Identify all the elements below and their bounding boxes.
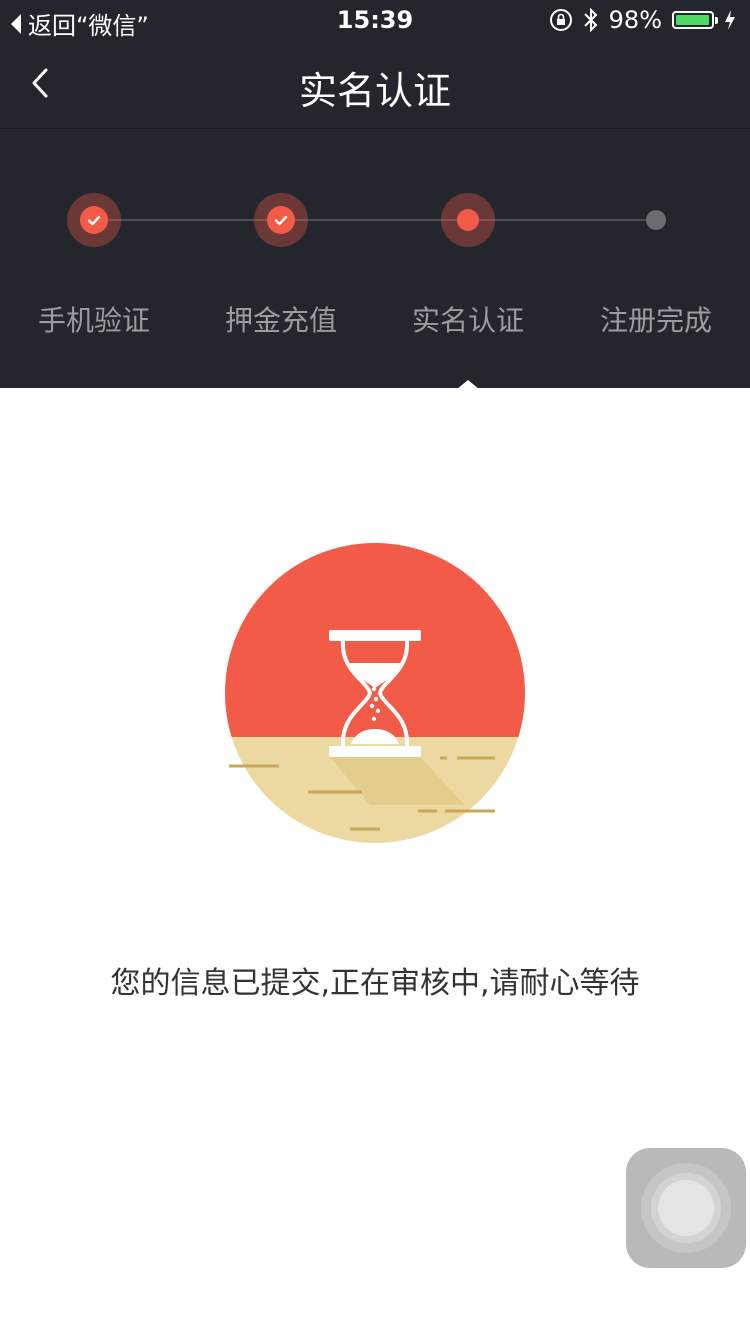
review-status-message: 您的信息已提交,正在审核中,请耐心等待 — [110, 966, 640, 1001]
bluetooth-icon — [583, 7, 598, 33]
hourglass-icon — [225, 543, 525, 843]
charging-bolt-icon — [725, 10, 735, 30]
steps-connector-line — [94, 219, 656, 221]
check-icon — [274, 215, 288, 226]
battery-percent: 98% — [608, 6, 662, 34]
page-title: 实名认证 — [298, 69, 451, 113]
header-area: 返回“微信” 15:39 98% 实名认证 手机验证 押金充值 实名认证 注册完… — [0, 0, 750, 389]
step-4-label: 注册完成 — [599, 304, 712, 337]
step-2-label: 押金充值 — [224, 304, 337, 337]
battery-fill — [676, 15, 710, 25]
progress-steps: 手机验证 押金充值 实名认证 注册完成 — [0, 129, 750, 388]
battery-indicator — [672, 11, 718, 29]
nav-bar: 实名认证 — [0, 40, 750, 129]
step-2-node — [254, 193, 308, 247]
rotation-lock-icon — [549, 9, 572, 31]
check-icon — [87, 215, 101, 226]
current-step-pointer — [457, 380, 479, 389]
status-bar: 返回“微信” 15:39 98% — [0, 0, 750, 40]
step-3-node — [441, 193, 495, 247]
step-1-label: 手机验证 — [37, 304, 150, 337]
step-1-node — [67, 193, 121, 247]
step-4-node — [629, 193, 683, 247]
assistive-touch-button[interactable] — [626, 1148, 746, 1268]
step-3-label: 实名认证 — [411, 304, 524, 337]
